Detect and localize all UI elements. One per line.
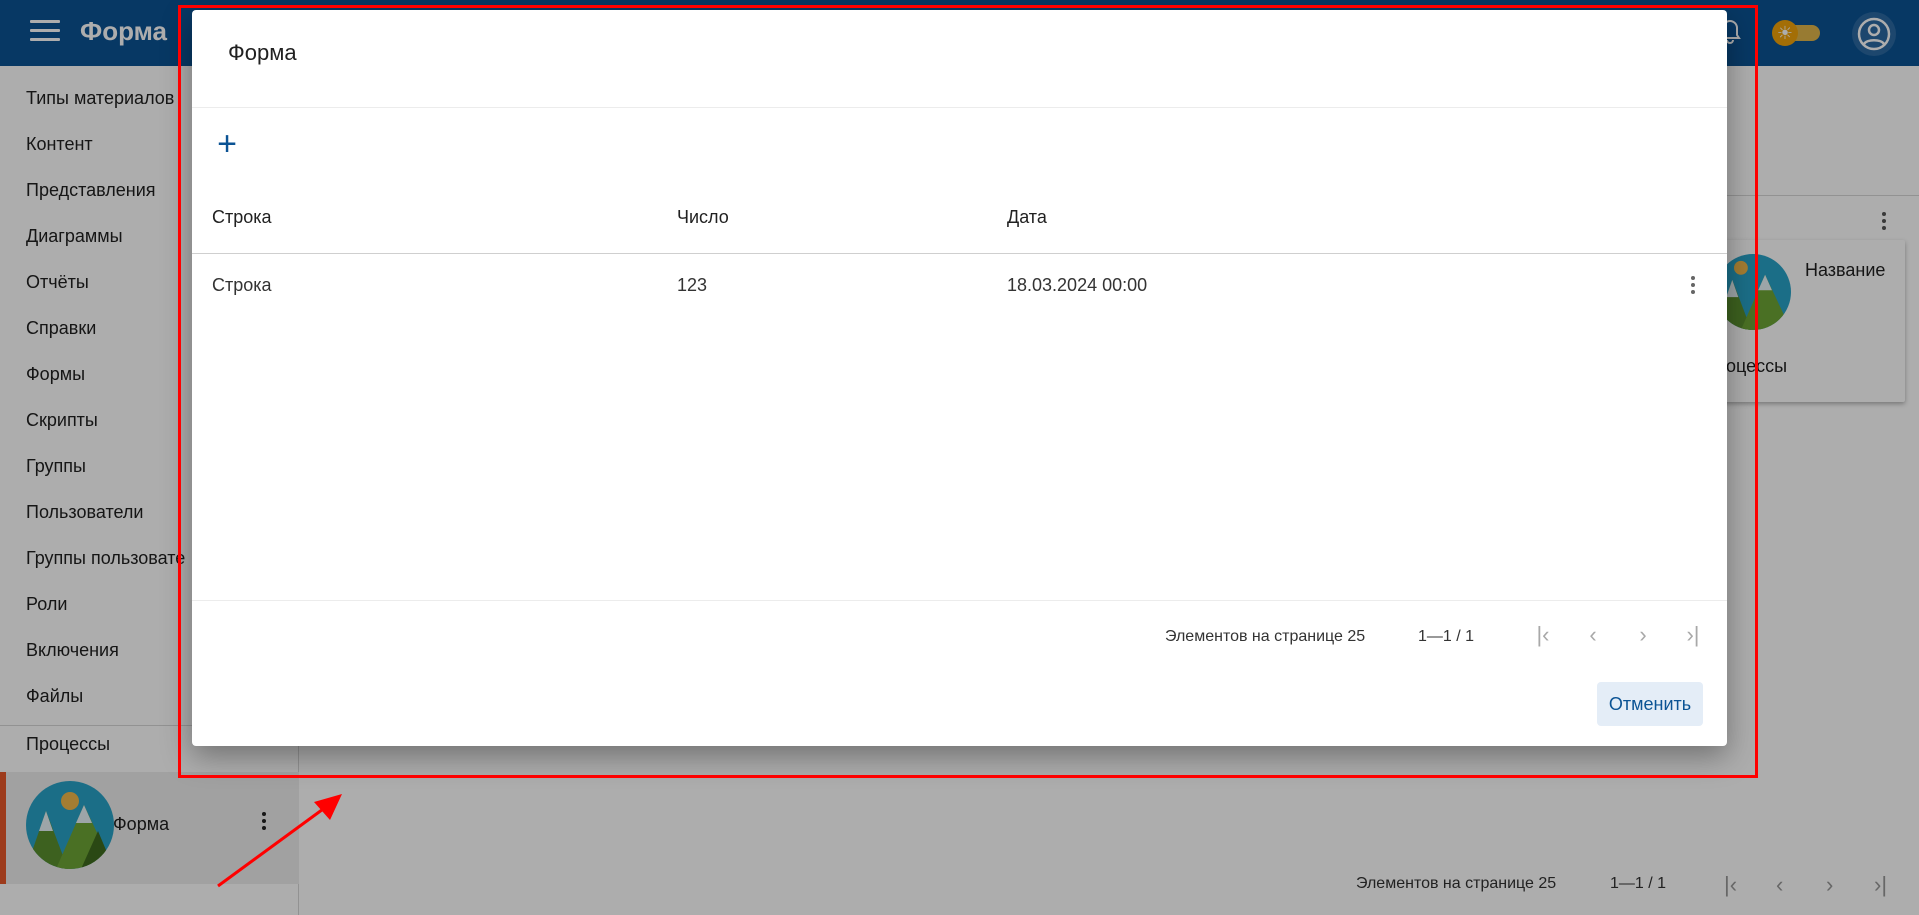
- annotation-arrow-icon: [217, 794, 342, 888]
- annotation-highlight-box: [178, 5, 1758, 778]
